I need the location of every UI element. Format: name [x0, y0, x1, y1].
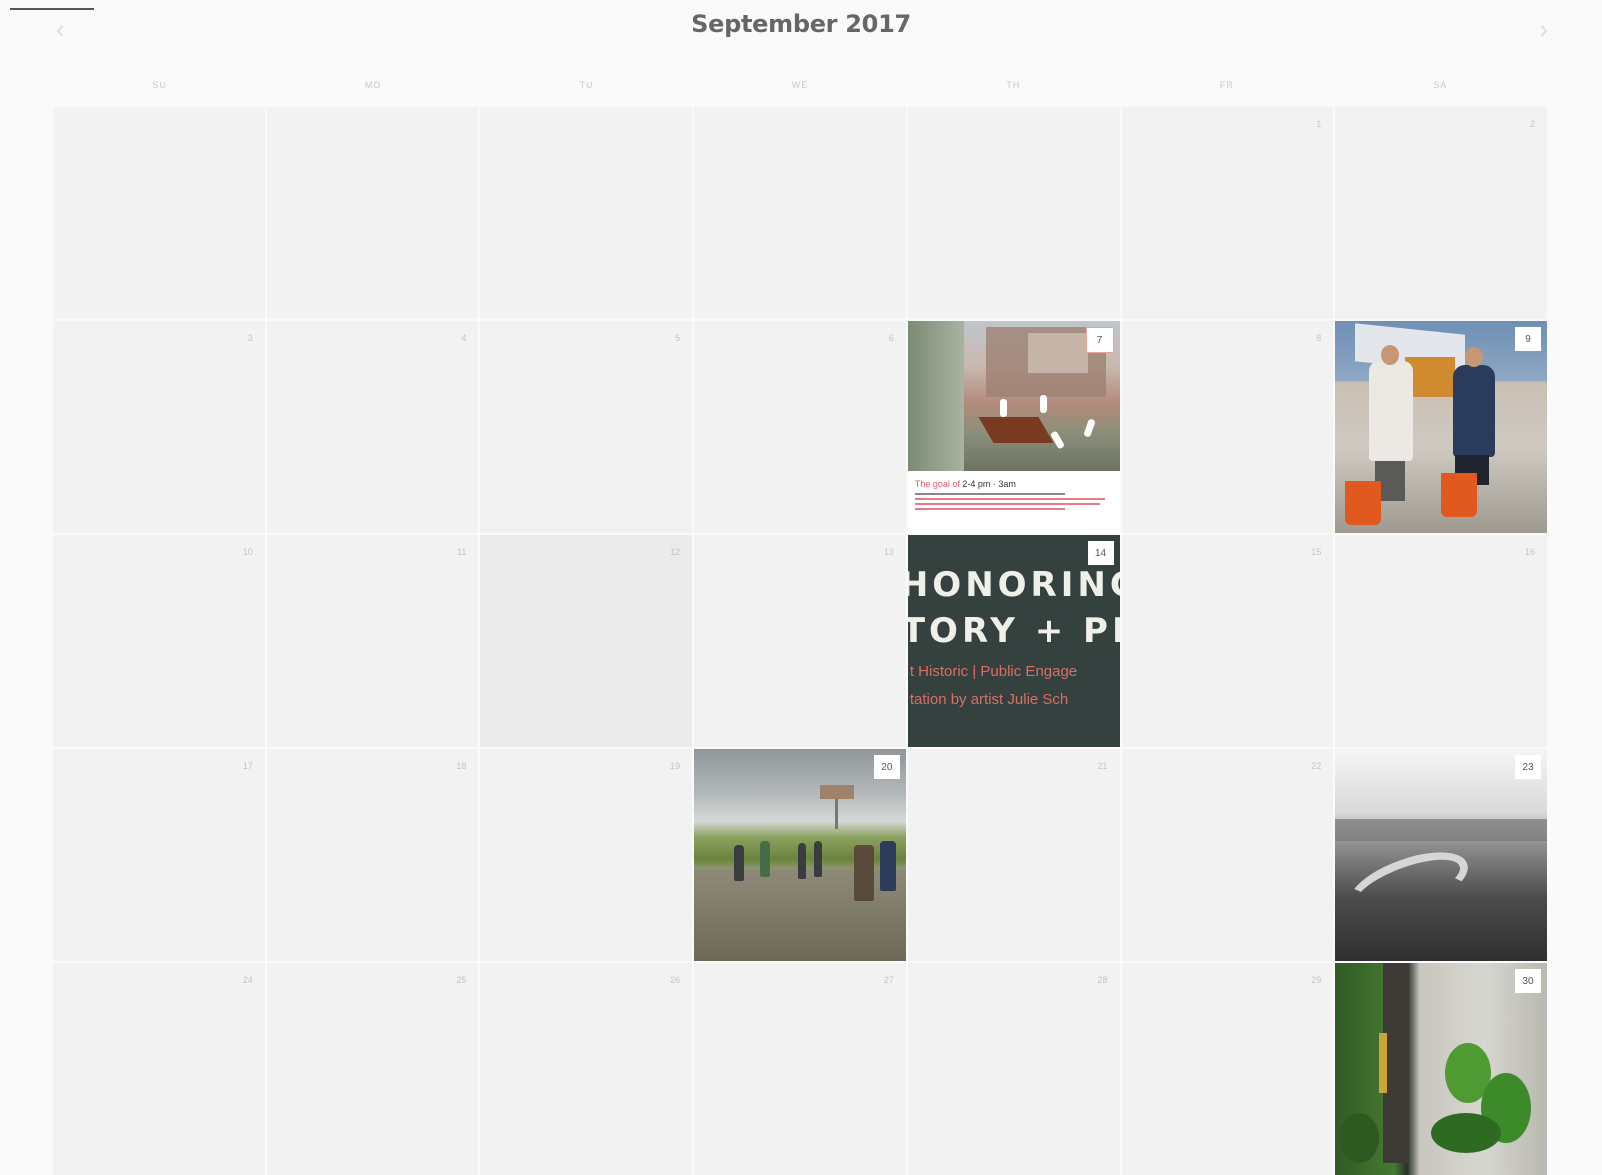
calendar-day-21[interactable]: 21 [907, 749, 1120, 961]
flyer-time: 2-4 pm · 3am [962, 479, 1016, 489]
day-number: 22 [1311, 761, 1322, 771]
calendar-grid: 1 2 3 4 5 6 The goal of 2-4 pm · 3am 7 8… [53, 107, 1547, 1175]
calendar-day-9[interactable]: 9 [1335, 321, 1547, 533]
calendar-cell-empty [694, 107, 906, 319]
calendar-day-20[interactable]: 20 [694, 749, 906, 961]
day-number: 11 [457, 547, 467, 557]
calendar-day-25[interactable]: 25 [266, 963, 479, 1175]
day-number: 2 [1529, 119, 1535, 129]
poster-title-line-1: HONORING [907, 565, 1120, 605]
calendar-day-11[interactable]: 11 [266, 535, 479, 747]
day-number: 3 [247, 333, 253, 343]
calendar-day-28[interactable]: 28 [907, 963, 1120, 1175]
day-number: 10 [242, 547, 253, 557]
day-number: 17 [242, 761, 253, 771]
calendar-cell-empty [480, 107, 693, 319]
day-number: 4 [461, 333, 467, 343]
weekday-label: SA [1433, 80, 1448, 90]
flyer-headline: The goal of [914, 479, 963, 489]
calendar-day-14[interactable]: HONORING TORY + PL t Historic | Public E… [907, 535, 1120, 747]
day-number: 25 [456, 975, 467, 985]
poster-subtitle-line-2: tation by artist Julie Sch [909, 691, 1069, 708]
weekday-label: WE [791, 80, 809, 90]
calendar-day-17[interactable]: 17 [53, 749, 265, 961]
calendar-cell-empty [266, 107, 479, 319]
day-number: 8 [1316, 333, 1322, 343]
day-number: 15 [1311, 547, 1322, 557]
weekday-header-row: SU MO TU WE TH FR SA [53, 80, 1547, 90]
calendar-day-22[interactable]: 22 [1121, 749, 1334, 961]
event-thumbnail-water-walk[interactable] [694, 749, 906, 961]
event-thumbnail-historic-river[interactable] [1335, 749, 1547, 961]
poster-subtitle-line-1: t Historic | Public Engage [909, 663, 1078, 680]
day-number: 29 [1311, 975, 1322, 985]
day-number: 21 [1097, 761, 1108, 771]
day-number: 5 [675, 333, 681, 343]
calendar-day-2[interactable]: 2 [1335, 107, 1547, 319]
calendar-day-19[interactable]: 19 [480, 749, 693, 961]
weekday-label: SU [152, 80, 167, 90]
calendar-day-27[interactable]: 27 [694, 963, 906, 1175]
day-number-badge: 20 [873, 755, 900, 779]
calendar-day-3[interactable]: 3 [53, 321, 265, 533]
day-number: 12 [670, 547, 681, 557]
calendar-day-18[interactable]: 18 [266, 749, 479, 961]
weekday-label: TH [1006, 80, 1021, 90]
day-number-badge: 23 [1514, 755, 1541, 779]
weekday-label: MO [364, 80, 382, 90]
day-number: 28 [1097, 975, 1108, 985]
day-number: 1 [1316, 119, 1322, 129]
calendar-day-5[interactable]: 5 [480, 321, 693, 533]
poster-title-line-2: TORY + PL [907, 611, 1120, 651]
calendar-day-16[interactable]: 16 [1335, 535, 1547, 747]
event-thumbnail-honoring-poster[interactable]: HONORING TORY + PL t Historic | Public E… [907, 535, 1120, 747]
day-number: 13 [883, 547, 894, 557]
calendar-day-24[interactable]: 24 [53, 963, 265, 1175]
day-number-badge: 14 [1087, 541, 1114, 565]
calendar-cell-empty [907, 107, 1120, 319]
calendar-day-6[interactable]: 6 [694, 321, 906, 533]
calendar-day-13[interactable]: 13 [694, 535, 906, 747]
day-number-badge: 9 [1514, 327, 1541, 351]
calendar-day-1[interactable]: 1 [1121, 107, 1334, 319]
event-flyer-text: The goal of 2-4 pm · 3am [907, 471, 1120, 533]
day-number: 6 [888, 333, 894, 343]
calendar-day-7[interactable]: The goal of 2-4 pm · 3am 7 [907, 321, 1120, 533]
calendar-day-26[interactable]: 26 [480, 963, 693, 1175]
day-number-badge: 7 [1085, 327, 1114, 353]
calendar-day-29[interactable]: 29 [1121, 963, 1334, 1175]
calendar-day-8[interactable]: 8 [1121, 321, 1334, 533]
weekday-label: TU [579, 80, 594, 90]
calendar-day-12-today[interactable]: 12 [480, 535, 693, 747]
month-title: September 2017 [691, 10, 911, 38]
calendar-day-23[interactable]: 23 [1335, 749, 1547, 961]
day-number: 27 [883, 975, 894, 985]
day-number-badge: 30 [1514, 969, 1541, 993]
day-number: 24 [242, 975, 253, 985]
calendar-day-4[interactable]: 4 [266, 321, 479, 533]
calendar-day-15[interactable]: 15 [1121, 535, 1334, 747]
event-thumbnail-bucket-photo[interactable] [1335, 321, 1547, 533]
day-number: 18 [456, 761, 467, 771]
event-thumbnail-garden-path[interactable] [1335, 963, 1547, 1175]
day-number: 16 [1524, 547, 1535, 557]
next-month-icon[interactable]: › [1539, 14, 1548, 45]
calendar-day-30[interactable]: 30 [1335, 963, 1547, 1175]
weekday-label: FR [1219, 80, 1234, 90]
calendar-day-10[interactable]: 10 [53, 535, 265, 747]
calendar-cell-empty [53, 107, 265, 319]
day-number: 26 [670, 975, 681, 985]
day-number: 19 [670, 761, 681, 771]
